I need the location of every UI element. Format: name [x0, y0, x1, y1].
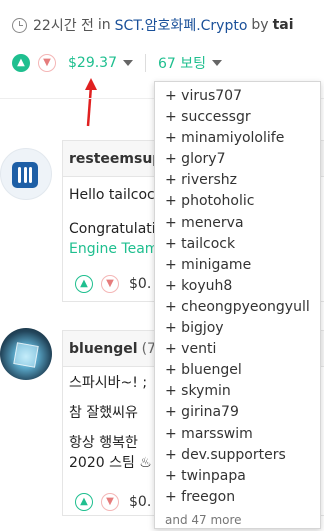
upvote-button[interactable]: ▲ [12, 54, 30, 72]
voter-item[interactable]: + bluengel [165, 360, 320, 381]
downvote-button[interactable]: ▼ [101, 493, 119, 511]
voter-item[interactable]: + twinpapa [165, 466, 320, 487]
voter-item[interactable]: + koyuh8 [165, 276, 320, 297]
author-link[interactable]: tai [273, 17, 294, 33]
voter-item[interactable]: + menerva [165, 213, 320, 234]
chevron-down-icon: ▼ [43, 57, 51, 68]
divider [145, 54, 146, 72]
by-label: by [251, 17, 269, 33]
voter-item[interactable]: + rivershz [165, 170, 320, 191]
voter-item[interactable]: + cheongpyeongyull [165, 297, 320, 318]
chevron-up-icon: ▲ [80, 496, 88, 507]
upvote-button[interactable]: ▲ [75, 275, 93, 293]
post-meta: 22시간 전 in SCT.암호화폐.Crypto by tai [12, 14, 294, 36]
voter-item[interactable]: + minamiyololife [165, 128, 320, 149]
voter-item[interactable]: + virus707 [165, 86, 320, 107]
chevron-down-icon: ▼ [106, 278, 114, 289]
voter-item[interactable]: + venti [165, 339, 320, 360]
voter-item[interactable]: + bigjoy [165, 318, 320, 339]
voters-dropdown: + virus707 + successgr + minamiyololife … [154, 81, 321, 529]
vote-count[interactable]: 67 보팅 [158, 53, 206, 73]
voter-item[interactable]: + successgr [165, 107, 320, 128]
voter-item[interactable]: + dev.supporters [165, 445, 320, 466]
voter-item[interactable]: + tailcock [165, 234, 320, 255]
annotation-arrow-icon [85, 78, 97, 127]
ice-cube-icon [13, 342, 39, 368]
chevron-up-icon: ▲ [80, 278, 88, 289]
more-voters-label: and 47 more [165, 512, 242, 527]
downvote-button[interactable]: ▼ [38, 54, 56, 72]
community-link[interactable]: SCT.암호화폐.Crypto [115, 15, 248, 35]
steem-logo-icon [12, 162, 38, 188]
chevron-up-icon: ▲ [17, 57, 25, 68]
payout-value[interactable]: $29.37 [68, 55, 117, 71]
downvote-button[interactable]: ▼ [101, 275, 119, 293]
upvote-button[interactable]: ▲ [75, 493, 93, 511]
clock-icon [12, 17, 27, 33]
comment-vote-bar: ▲ ▼ $0. [75, 491, 151, 513]
voter-item[interactable]: + girina79 [165, 402, 320, 423]
comment-payout[interactable]: $0. [129, 276, 151, 292]
avatar[interactable] [0, 148, 52, 200]
comment-vote-bar: ▲ ▼ $0. [75, 273, 151, 295]
time-ago: 22시간 전 [33, 18, 94, 34]
voter-item[interactable]: + glory7 [165, 149, 320, 170]
post-vote-bar: ▲ ▼ $29.37 67 보팅 [12, 52, 223, 74]
voter-item[interactable]: + marsswim [165, 424, 320, 445]
voter-item[interactable]: + skymin [165, 381, 320, 402]
comment-payout[interactable]: $0. [129, 494, 151, 510]
payout-caret-icon[interactable] [123, 60, 133, 66]
comment-author[interactable]: bluengel [69, 341, 138, 357]
chevron-down-icon: ▼ [106, 496, 114, 507]
avatar[interactable] [0, 328, 52, 380]
votes-caret-icon[interactable] [212, 60, 223, 66]
voter-item[interactable]: + photoholic [165, 191, 320, 212]
voter-item[interactable]: + freegon [165, 487, 320, 508]
in-label: in [97, 17, 111, 33]
voter-item[interactable]: + minigame [165, 255, 320, 276]
comment-author[interactable]: resteemsup [69, 151, 162, 167]
